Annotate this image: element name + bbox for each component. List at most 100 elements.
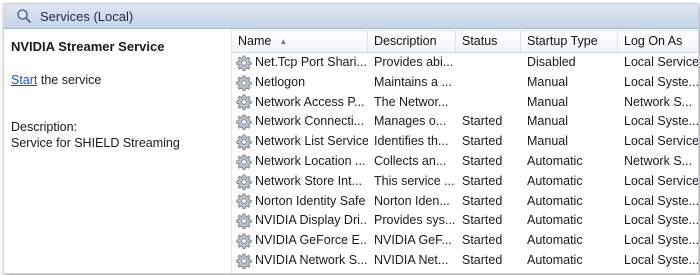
column-header-name-label: Name bbox=[238, 34, 272, 48]
service-gear-icon bbox=[236, 233, 252, 250]
service-gear-icon bbox=[236, 174, 252, 190]
table-row[interactable]: NVIDIA Display Dri... Provides sys... Star… bbox=[232, 211, 699, 231]
service-startup-type-cell: Automatic bbox=[527, 233, 583, 248]
service-log-on-as-cell: Local Service bbox=[624, 55, 699, 69]
service-gear-icon bbox=[236, 114, 252, 131]
service-name-cell[interactable]: NVIDIA GeForce E... bbox=[232, 231, 368, 251]
table-row[interactable]: NVIDIA Network S... NVIDIA Net... Started A… bbox=[232, 251, 699, 271]
service-log-on-as-cell: Local Syste... bbox=[624, 213, 699, 228]
services-magnifier-icon bbox=[14, 6, 34, 26]
service-name-cell[interactable]: Network List Service bbox=[232, 132, 368, 152]
service-name-cell[interactable]: Network Access P... bbox=[232, 93, 368, 113]
service-description-cell: Identifies th... bbox=[374, 134, 449, 149]
start-service-suffix: the service bbox=[37, 73, 102, 87]
service-description-cell: Provides abi... bbox=[374, 55, 454, 69]
service-name-cell[interactable]: NVIDIA Network S... bbox=[232, 251, 368, 271]
service-gear-icon bbox=[236, 253, 252, 269]
table-row[interactable]: Network Connecti... Manages o... Started Ma… bbox=[232, 112, 698, 132]
service-status-cell: Started bbox=[462, 153, 503, 168]
service-name: Net.Tcp Port Shari... bbox=[255, 55, 367, 69]
service-startup-type-cell: Automatic bbox=[527, 193, 583, 208]
table-row[interactable]: Network Location ... Collects an... Starte… bbox=[232, 152, 698, 172]
window-title: Services (Local) bbox=[40, 8, 134, 24]
service-status-cell: Started bbox=[462, 173, 503, 188]
service-log-on-as-cell: Local Service bbox=[624, 173, 699, 188]
service-name-cell[interactable]: Network Location ... bbox=[232, 152, 368, 172]
service-name: Network List Service bbox=[255, 134, 368, 149]
service-name-cell[interactable]: Net.Tcp Port Shari... bbox=[232, 53, 368, 73]
service-gear-icon bbox=[236, 55, 252, 71]
service-status-cell: Started bbox=[462, 193, 503, 208]
service-description-cell: Provides sys... bbox=[374, 213, 456, 228]
service-gear-icon bbox=[236, 75, 252, 91]
service-startup-type-cell: Manual bbox=[527, 134, 568, 149]
service-log-on-as-cell: Network S... bbox=[624, 153, 693, 168]
services-title-bar: Services (Local) bbox=[4, 4, 698, 29]
service-log-on-as-cell: Local Syste... bbox=[624, 74, 699, 89]
table-row[interactable]: Network Access P... The Networ... Manual Ne… bbox=[232, 93, 698, 113]
service-status-cell: Started bbox=[462, 114, 503, 129]
table-row[interactable]: Network Store Int... This service ... Star… bbox=[232, 172, 699, 192]
service-description-cell: NVIDIA Net... bbox=[374, 252, 449, 267]
column-header-row: Name ▲ Description Status Startup Type Lo… bbox=[232, 30, 698, 53]
service-description-cell: Manages o... bbox=[374, 114, 447, 129]
service-name-cell[interactable]: Netlogon bbox=[232, 73, 368, 93]
service-status-cell bbox=[456, 73, 521, 93]
service-startup-type-cell: Automatic bbox=[527, 173, 583, 188]
table-row[interactable]: Netlogon Maintains a ... Manual Local Syste… bbox=[232, 73, 699, 93]
service-status-cell: Started bbox=[462, 252, 503, 267]
service-gear-icon bbox=[236, 134, 252, 151]
column-header-startup-type[interactable]: Startup Type bbox=[521, 31, 618, 52]
services-table-body: Net.Tcp Port Shari... Provides abi... Disa… bbox=[232, 53, 699, 271]
description-label: Description: bbox=[11, 120, 77, 134]
column-header-status[interactable]: Status bbox=[456, 31, 521, 52]
table-row[interactable]: NVIDIA GeForce E... NVIDIA GeF... Started A… bbox=[232, 231, 699, 251]
service-name: Netlogon bbox=[255, 74, 306, 89]
service-log-on-as-cell: Network S... bbox=[624, 94, 693, 109]
service-name: Network Access P... bbox=[255, 94, 365, 109]
service-description-cell: Norton Iden... bbox=[374, 193, 450, 208]
service-name-cell[interactable]: Network Connecti... bbox=[232, 112, 368, 132]
start-service-link[interactable]: Start bbox=[11, 73, 37, 87]
service-log-on-as-cell: Local Service bbox=[624, 134, 699, 149]
service-description-cell: Collects an... bbox=[374, 153, 447, 168]
column-header-description[interactable]: Description bbox=[368, 31, 456, 52]
sort-ascending-icon: ▲ bbox=[279, 37, 288, 46]
service-description-cell: NVIDIA GeF... bbox=[374, 233, 452, 248]
service-status-cell: Started bbox=[462, 213, 503, 228]
selected-service-name: NVIDIA Streamer Service bbox=[11, 39, 165, 54]
column-header-name[interactable]: Name ▲ bbox=[232, 31, 368, 52]
service-startup-type-cell: Disabled bbox=[527, 55, 576, 69]
service-name: NVIDIA Display Dri... bbox=[255, 213, 368, 228]
description-text: Service for SHIELD Streaming bbox=[11, 136, 180, 150]
service-gear-icon bbox=[236, 154, 252, 170]
service-description-cell: This service ... bbox=[374, 173, 455, 188]
service-status-cell bbox=[456, 93, 521, 113]
table-row[interactable]: Net.Tcp Port Shari... Provides abi... Disa… bbox=[232, 53, 699, 73]
service-name: Network Connecti... bbox=[255, 114, 365, 129]
service-name-cell[interactable]: Norton Identity Safe bbox=[232, 192, 368, 212]
service-log-on-as-cell: Local Syste... bbox=[624, 233, 699, 248]
service-startup-type-cell: Automatic bbox=[527, 153, 583, 168]
service-name-cell[interactable]: NVIDIA Display Dri... bbox=[232, 211, 368, 231]
service-description-cell: The Networ... bbox=[374, 94, 449, 109]
service-name: Network Location ... bbox=[255, 153, 366, 168]
service-name: Network Store Int... bbox=[255, 173, 362, 188]
column-header-log-on-as[interactable]: Log On As bbox=[618, 31, 698, 52]
service-name: Norton Identity Safe bbox=[255, 193, 366, 208]
service-gear-icon bbox=[236, 94, 252, 111]
services-window: Services (Local) NVIDIA Streamer Service… bbox=[3, 3, 699, 274]
service-gear-icon bbox=[236, 193, 252, 210]
service-log-on-as-cell: Local Syste... bbox=[624, 252, 699, 267]
service-log-on-as-cell: Local Syste... bbox=[624, 193, 699, 208]
service-name-cell[interactable]: Network Store Int... bbox=[232, 172, 368, 192]
table-row[interactable]: Norton Identity Safe Norton Iden... Starte… bbox=[232, 192, 699, 212]
service-status-cell: Started bbox=[462, 233, 503, 248]
service-startup-type-cell: Automatic bbox=[527, 252, 583, 267]
service-status-cell bbox=[456, 53, 521, 73]
service-startup-type-cell: Manual bbox=[527, 114, 568, 129]
service-name: NVIDIA Network S... bbox=[255, 252, 368, 267]
service-startup-type-cell: Automatic bbox=[527, 213, 583, 228]
service-startup-type-cell: Manual bbox=[527, 94, 568, 109]
table-row[interactable]: Network List Service Identifies th... Star… bbox=[232, 132, 699, 152]
